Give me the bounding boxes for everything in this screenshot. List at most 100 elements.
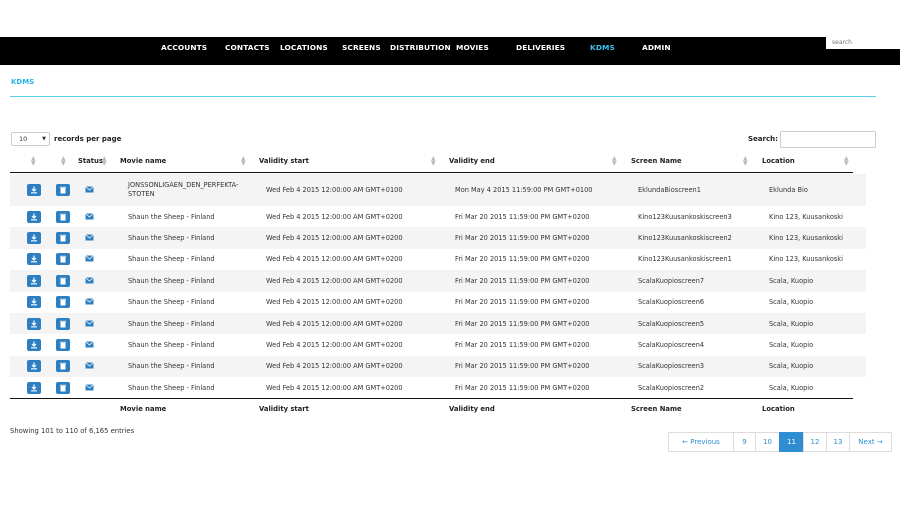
- download-button[interactable]: [27, 253, 41, 266]
- nav-item-contacts[interactable]: CONTACTS: [225, 37, 270, 65]
- screen-name: Kino123Kuusankoskiscreen2: [638, 234, 732, 243]
- records-per-page-label: records per page: [54, 135, 122, 143]
- validity-end: Fri Mar 20 2015 11:59:00 PM GMT+0200: [455, 234, 590, 243]
- column-header-status[interactable]: Status: [78, 157, 103, 165]
- sort-icon[interactable]: ▲ ▼: [241, 156, 246, 167]
- download-button[interactable]: [27, 381, 41, 394]
- trash-icon: [60, 384, 66, 392]
- delete-button[interactable]: [56, 184, 70, 196]
- column-header-validity-start[interactable]: Validity start: [259, 157, 309, 165]
- table-row: JONSSONLIGAEN_DEN_PERFEKTA-STOTEN Wed Fe…: [10, 174, 866, 206]
- delete-button[interactable]: [56, 381, 70, 394]
- mail-icon[interactable]: [85, 298, 94, 305]
- mail-icon[interactable]: [85, 384, 94, 391]
- download-button[interactable]: [27, 360, 41, 373]
- sort-icon[interactable]: ▲ ▼: [844, 156, 849, 167]
- column-header-location[interactable]: Location: [762, 157, 795, 165]
- download-icon: [31, 277, 37, 285]
- sort-icon[interactable]: ▲ ▼: [102, 156, 107, 167]
- delete-button[interactable]: [56, 210, 70, 223]
- sort-icon[interactable]: ▲ ▼: [31, 156, 36, 167]
- download-button[interactable]: [27, 317, 41, 330]
- pagination-previous[interactable]: ← Previous: [668, 432, 734, 452]
- mail-icon[interactable]: [85, 255, 94, 262]
- records-per-page-select[interactable]: 10 ▼: [11, 132, 50, 146]
- nav-item-movies[interactable]: MOVIES: [456, 37, 489, 65]
- pagination-page[interactable]: 13: [826, 432, 850, 452]
- column-header-movie-name[interactable]: Movie name: [120, 157, 166, 165]
- global-search-input[interactable]: [826, 36, 900, 49]
- footer-location: Location: [762, 405, 795, 413]
- delete-button[interactable]: [56, 360, 70, 373]
- page-title: KDMS: [11, 78, 35, 86]
- nav-item-accounts[interactable]: ACCOUNTS: [161, 37, 207, 65]
- delete-button[interactable]: [56, 253, 70, 266]
- download-icon: [31, 255, 37, 263]
- download-button[interactable]: [27, 184, 41, 196]
- table-row: Shaun the Sheep - Finland Wed Feb 4 2015…: [10, 291, 866, 313]
- validity-start: Wed Feb 4 2015 12:00:00 AM GMT+0200: [266, 298, 403, 307]
- nav-item-screens[interactable]: SCREENS: [342, 37, 381, 65]
- movie-name: Shaun the Sheep - Finland: [128, 255, 215, 264]
- nav-item-deliveries[interactable]: DELIVERIES: [516, 37, 565, 65]
- mail-icon[interactable]: [85, 362, 94, 369]
- table-row: Shaun the Sheep - Finland Wed Feb 4 2015…: [10, 206, 866, 228]
- sort-icon[interactable]: ▲ ▼: [431, 156, 436, 167]
- delete-button[interactable]: [56, 274, 70, 287]
- delete-button[interactable]: [56, 232, 70, 245]
- sort-icon[interactable]: ▲ ▼: [612, 156, 617, 167]
- screen-name: ScalaKuopioscreen3: [638, 362, 705, 371]
- validity-start: Wed Feb 4 2015 12:00:00 AM GMT+0200: [266, 276, 403, 285]
- pagination-page[interactable]: 12: [803, 432, 827, 452]
- validity-start: Wed Feb 4 2015 12:00:00 AM GMT+0200: [266, 212, 403, 221]
- validity-start: Wed Feb 4 2015 12:00:00 AM GMT+0200: [266, 362, 403, 371]
- movie-name: Shaun the Sheep - Finland: [128, 276, 215, 285]
- location: Scala, Kuopio: [769, 383, 814, 392]
- movie-name: Shaun the Sheep - Finland: [128, 362, 215, 371]
- table-search-input[interactable]: [780, 131, 876, 148]
- column-header-validity-end[interactable]: Validity end: [449, 157, 495, 165]
- mail-icon[interactable]: [85, 277, 94, 284]
- location: Kino 123, Kuusankoski: [769, 212, 843, 221]
- nav-item-locations[interactable]: LOCATIONS: [280, 37, 328, 65]
- validity-start: Wed Feb 4 2015 12:00:00 AM GMT+0200: [266, 319, 403, 328]
- screen-name: ScalaKuopioscreen4: [638, 341, 705, 350]
- download-button[interactable]: [27, 232, 41, 245]
- trash-icon: [60, 256, 66, 263]
- pagination-page[interactable]: 9: [733, 432, 756, 452]
- mail-icon[interactable]: [85, 234, 94, 241]
- sort-icon[interactable]: ▲ ▼: [743, 156, 748, 167]
- screen-name: ScalaKuopioscreen6: [638, 298, 705, 307]
- pagination-next[interactable]: Next →: [849, 432, 892, 452]
- delete-button[interactable]: [56, 296, 70, 309]
- nav-item-kdms[interactable]: KDMS: [590, 37, 615, 65]
- mail-icon[interactable]: [85, 319, 94, 327]
- pagination-page-active[interactable]: 11: [779, 432, 804, 452]
- mail-icon[interactable]: [85, 341, 94, 348]
- mail-icon[interactable]: [85, 212, 94, 220]
- download-button[interactable]: [27, 274, 41, 287]
- pagination: ← Previous 9 10 11 12 13 Next →: [668, 432, 892, 452]
- trash-icon: [60, 186, 66, 194]
- nav-item-admin[interactable]: ADMIN: [642, 37, 671, 65]
- validity-end: Fri Mar 20 2015 11:59:00 PM GMT+0200: [455, 341, 590, 350]
- mail-icon[interactable]: [85, 186, 94, 193]
- trash-icon: [60, 320, 66, 328]
- delete-button[interactable]: [56, 339, 70, 352]
- download-icon: [31, 384, 37, 392]
- download-button[interactable]: [27, 210, 41, 223]
- location: Scala, Kuopio: [769, 319, 814, 328]
- column-header-screen-name[interactable]: Screen Name: [631, 157, 682, 165]
- chevron-down-icon: ▼: [42, 136, 46, 142]
- screen-name: ScalaKuopioscreen7: [638, 276, 705, 285]
- nav-item-distribution[interactable]: DISTRIBUTION: [390, 37, 451, 65]
- screen-name: Kino123Kuusankoskiscreen3: [638, 212, 732, 221]
- delete-button[interactable]: [56, 317, 70, 330]
- download-button[interactable]: [27, 296, 41, 309]
- location: Scala, Kuopio: [769, 341, 814, 350]
- sort-icon[interactable]: ▲ ▼: [61, 156, 66, 167]
- table-row: Shaun the Sheep - Finland Wed Feb 4 2015…: [10, 248, 866, 271]
- validity-start: Wed Feb 4 2015 12:00:00 AM GMT+0200: [266, 234, 403, 243]
- pagination-page[interactable]: 10: [755, 432, 780, 452]
- download-button[interactable]: [27, 339, 41, 352]
